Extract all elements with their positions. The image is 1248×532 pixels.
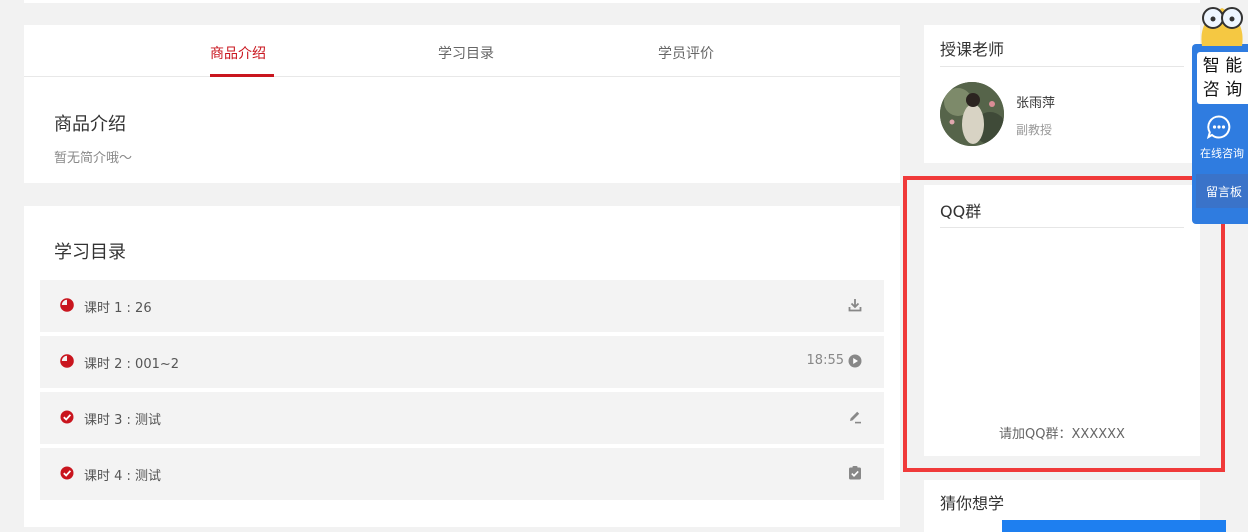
tab-catalog[interactable]: 学习目录 xyxy=(438,43,494,63)
teacher-avatar[interactable] xyxy=(940,82,1004,146)
lesson-label: 课时 1 : 26 xyxy=(84,301,152,316)
blue-banner[interactable] xyxy=(1002,520,1226,532)
edit-icon[interactable] xyxy=(848,409,862,425)
teacher-section-title: 授课老师 xyxy=(940,40,1005,59)
tab-bar: 商品介绍 学习目录 学员评价 xyxy=(24,25,900,77)
catalog-title: 学习目录 xyxy=(54,242,126,263)
qq-group-text: 请加QQ群：XXXXXX xyxy=(999,427,1125,442)
online-consult-label: 在线咨询 xyxy=(1200,147,1244,160)
smart-consult-line1: 智 能 xyxy=(1202,56,1243,76)
teacher-name[interactable]: 张雨萍 xyxy=(1016,92,1055,111)
checklist-icon[interactable] xyxy=(848,465,862,481)
qq-section-title: QQ群 xyxy=(940,202,982,221)
teacher-card: 授课老师 张雨萍 副教授 xyxy=(924,25,1200,163)
qq-group-card: QQ群 请加QQ群：XXXXXX xyxy=(924,185,1200,456)
lesson-label: 课时 3 : 测试 xyxy=(84,413,162,428)
lesson-row[interactable]: 课时 3 : 测试 xyxy=(40,392,884,444)
progress-pie-icon xyxy=(60,298,74,312)
catalog-card: 学习目录 课时 1 : 26 课时 2 : 001~2 18:55 课时 3 :… xyxy=(24,206,900,527)
progress-pie-icon xyxy=(60,354,74,368)
lesson-row[interactable]: 课时 1 : 26 xyxy=(40,280,884,332)
lesson-label: 课时 2 : 001~2 xyxy=(84,357,180,372)
tab-product-intro[interactable]: 商品介绍 xyxy=(210,43,266,63)
lesson-duration: 18:55 xyxy=(806,353,844,368)
top-strip xyxy=(24,0,1200,3)
online-consult-button[interactable]: 在线咨询 xyxy=(1192,108,1248,166)
play-icon[interactable] xyxy=(848,353,862,369)
message-board-button[interactable]: 留言板 xyxy=(1196,174,1248,208)
lesson-label: 课时 4 : 测试 xyxy=(84,469,162,484)
smart-consult-button[interactable]: 智 能 咨 询 xyxy=(1197,52,1248,104)
teacher-role: 副教授 xyxy=(1016,123,1053,137)
chat-bubble-icon xyxy=(1206,115,1231,140)
intro-text: 暂无简介哦～ xyxy=(54,151,133,166)
divider xyxy=(940,227,1184,228)
intro-title: 商品介绍 xyxy=(54,114,126,135)
guess-section-title: 猜你想学 xyxy=(940,494,1005,513)
product-intro-card: 商品介绍 学习目录 学员评价 商品介绍 暂无简介哦～ xyxy=(24,25,900,183)
check-circle-icon xyxy=(60,410,74,424)
lesson-row[interactable]: 课时 4 : 测试 xyxy=(40,448,884,500)
smart-consult-line2: 咨 询 xyxy=(1202,80,1243,100)
divider xyxy=(940,66,1184,67)
tab-reviews[interactable]: 学员评价 xyxy=(658,43,714,63)
check-circle-icon xyxy=(60,466,74,480)
active-tab-indicator xyxy=(210,74,274,77)
mascot-icon[interactable] xyxy=(1196,0,1248,46)
download-icon[interactable] xyxy=(848,297,862,313)
lesson-row[interactable]: 课时 2 : 001~2 18:55 xyxy=(40,336,884,388)
